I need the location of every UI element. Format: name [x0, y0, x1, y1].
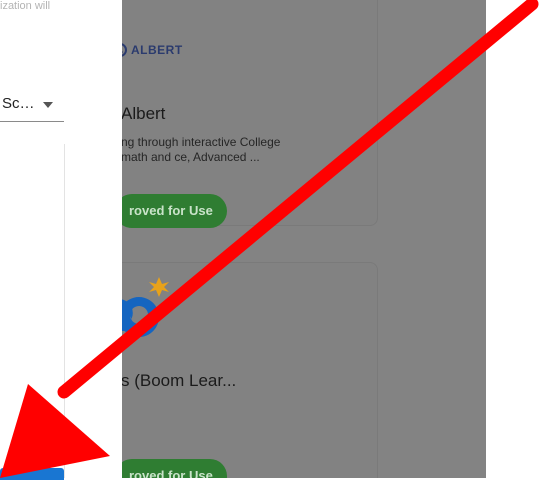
dimmed-content: ALBERT Albert ng through interactive Col… [122, 0, 486, 478]
app-card-albert[interactable]: ALBERT Albert ng through interactive Col… [122, 0, 378, 228]
albert-logo-text: ALBERT [131, 43, 183, 57]
right-panel [486, 0, 544, 478]
approved-chip: roved for Use [122, 194, 227, 228]
boom-learning-logo [122, 277, 169, 337]
card-description: ng through interactive College math and … [122, 135, 281, 164]
panel-note: ization will [0, 0, 51, 12]
card-title: s (Boom Lear... [122, 371, 237, 390]
app-card-boom-learning[interactable]: s (Boom Lear... roved for Use [122, 262, 378, 478]
select-value: Sc… [2, 95, 35, 112]
primary-button[interactable] [0, 468, 64, 480]
panel-divider [64, 144, 65, 478]
school-select[interactable]: Sc… [0, 88, 64, 122]
albert-logo: ALBERT [122, 43, 183, 57]
chevron-down-icon [43, 102, 53, 108]
albert-logo-icon [122, 43, 127, 57]
approved-chip: roved for Use [122, 459, 227, 478]
card-title: Albert [122, 104, 166, 123]
left-panel: ization will Sc… [0, 0, 122, 480]
